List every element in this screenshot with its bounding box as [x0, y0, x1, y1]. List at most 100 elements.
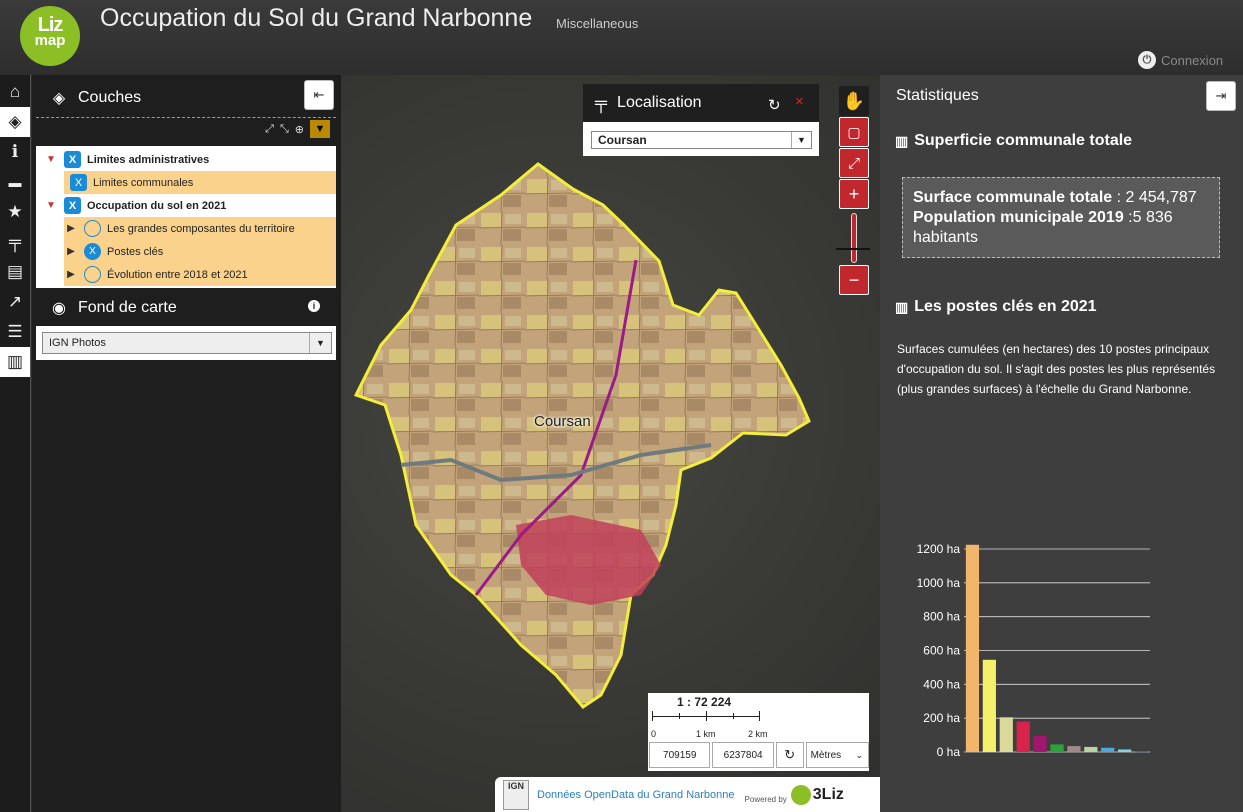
- layer-checkbox[interactable]: X: [64, 197, 81, 214]
- layer-checkbox[interactable]: X: [64, 151, 81, 168]
- arrow-right-icon: ⇥: [1215, 88, 1227, 103]
- expand-icon[interactable]: ⤢: [265, 123, 274, 136]
- chart-bar[interactable]: [1016, 721, 1030, 752]
- chart-bar[interactable]: [1067, 746, 1081, 752]
- lizmap-logo[interactable]: Liz map: [20, 6, 80, 66]
- tree-layer-postes-cles[interactable]: ▶ X Postes clés: [64, 240, 336, 263]
- home-icon[interactable]: ⌂: [0, 77, 30, 107]
- collapse-stats-button[interactable]: ⇥: [1206, 81, 1236, 111]
- tree-layer-evolution[interactable]: ▶ Évolution entre 2018 et 2021: [64, 263, 336, 286]
- basemap-title: Fond de carte: [78, 299, 177, 316]
- caret-down-icon[interactable]: ▼: [44, 200, 58, 211]
- page-subtitle: Miscellaneous: [556, 16, 639, 31]
- section-total-surface: ▥ Superficie communale totale: [895, 132, 1132, 150]
- layer-checkbox[interactable]: X: [70, 174, 87, 191]
- localisation-value: Coursan: [598, 133, 647, 147]
- collapse-icon[interactable]: ⤡: [280, 123, 289, 136]
- chart-bar[interactable]: [1118, 749, 1132, 752]
- arrow-left-icon: ⇤: [313, 87, 325, 102]
- info-icon[interactable]: ℹ: [0, 137, 30, 167]
- chart-bar[interactable]: [965, 544, 980, 752]
- refresh-icon[interactable]: ↻: [768, 96, 781, 114]
- pan-button[interactable]: ✋: [839, 86, 869, 116]
- population-value: :5 836: [1123, 209, 1173, 226]
- 3liz-logo[interactable]: 3Liz: [790, 784, 844, 805]
- caret-right-icon[interactable]: ▶: [64, 269, 78, 280]
- print-icon[interactable]: ▤: [0, 257, 30, 287]
- surface-label: Surface communale totale: [913, 189, 1113, 206]
- zoom-to-layer-icon[interactable]: ⊕: [295, 123, 304, 136]
- stats-icon[interactable]: ▥: [0, 347, 30, 377]
- basemap-select[interactable]: IGN Photos ▼: [42, 332, 332, 354]
- scale-ratio: 1 : 72 224: [677, 695, 732, 709]
- collapse-dock-button[interactable]: ⇤: [304, 80, 334, 110]
- layer-tools: ⤢ ⤡ ⊕ ▼: [190, 118, 330, 140]
- zoom-in-button[interactable]: +: [839, 179, 869, 209]
- caret-down-icon[interactable]: ▼: [44, 154, 58, 165]
- zoom-out-button[interactable]: −: [839, 265, 869, 295]
- tree-label: Évolution entre 2018 et 2021: [107, 268, 248, 281]
- tree-label: Les grandes composantes du territoire: [107, 222, 295, 235]
- y-tick-label: 0 ha: [937, 745, 961, 759]
- chart-bar[interactable]: [1084, 746, 1098, 752]
- coord-x-field[interactable]: 709159: [649, 742, 711, 768]
- chart-bar[interactable]: [1033, 735, 1047, 752]
- chart-bar[interactable]: [1134, 751, 1149, 753]
- comment-icon[interactable]: ▬: [0, 167, 30, 197]
- tree-layer-limites-communales[interactable]: X Limites communales: [64, 171, 336, 194]
- chart-bar[interactable]: [982, 659, 996, 752]
- statistics-panel: Statistiques ⇥ ▥ Superficie communale to…: [880, 75, 1243, 812]
- localisation-select[interactable]: Coursan ▼: [591, 131, 812, 149]
- layer-radio[interactable]: [84, 220, 101, 237]
- layer-radio[interactable]: X: [84, 243, 101, 260]
- login-link[interactable]: ⏻ Connexion: [1138, 51, 1223, 69]
- layers-icon[interactable]: ◈: [0, 107, 30, 137]
- filter-icon[interactable]: ▼: [310, 120, 330, 138]
- signpost-icon[interactable]: ╤: [0, 227, 30, 257]
- map-menu: ⌂ ◈ ℹ ▬ ★ ╤ ▤ ↗ ☰ ▥: [0, 75, 31, 812]
- zoom-extent-button[interactable]: ⤢: [839, 148, 869, 178]
- localisation-title: Localisation: [617, 94, 702, 111]
- share-icon[interactable]: ↗: [0, 287, 30, 317]
- scale-tick: [706, 711, 707, 721]
- map-canvas[interactable]: Coursan ╤ Localisation ↻ × Coursan ▼ ✋ ▢…: [341, 75, 880, 812]
- y-tick-label: 400 ha: [923, 677, 960, 691]
- localisation-panel: ╤ Localisation ↻ × Coursan ▼: [583, 84, 819, 156]
- layers-icon: ◈: [52, 90, 66, 107]
- info-icon[interactable]: i: [308, 300, 320, 312]
- attribution-link[interactable]: Données OpenData du Grand Narbonne: [537, 789, 735, 801]
- list-icon[interactable]: ☰: [0, 317, 30, 347]
- power-icon: ⏻: [1138, 51, 1156, 69]
- tree-layer-composantes[interactable]: ▶ Les grandes composantes du territoire: [64, 217, 336, 240]
- chart-bar[interactable]: [1050, 744, 1064, 752]
- scale-label: 0: [651, 729, 657, 739]
- fullscreen-icon: ⤢: [847, 154, 860, 172]
- logo-text-map: map: [34, 32, 66, 49]
- y-tick-label: 200 ha: [923, 711, 960, 725]
- zoom-box-button[interactable]: ▢: [839, 117, 869, 147]
- login-label: Connexion: [1161, 52, 1224, 68]
- chevron-down-icon: ⌄: [855, 749, 863, 760]
- unit-select[interactable]: Mètres ⌄: [805, 742, 869, 768]
- layer-radio[interactable]: [84, 266, 101, 283]
- globe-icon: ◉: [52, 300, 66, 317]
- tree-group-admin[interactable]: ▼ X Limites administratives: [36, 148, 336, 171]
- chart-bar[interactable]: [1101, 747, 1115, 752]
- caret-right-icon[interactable]: ▶: [64, 223, 78, 234]
- zoom-slider-handle[interactable]: [836, 248, 870, 250]
- chevron-down-icon: ▼: [791, 132, 811, 148]
- close-icon[interactable]: ×: [795, 93, 804, 110]
- tree-group-occupation[interactable]: ▼ X Occupation du sol en 2021: [36, 194, 336, 217]
- layer-tree: ▼ X Limites administratives X Limites co…: [36, 146, 336, 288]
- coord-y-field[interactable]: 6237804: [712, 742, 774, 768]
- star-icon[interactable]: ★: [0, 197, 30, 227]
- refresh-icon[interactable]: ↻: [775, 742, 804, 768]
- section-postes-cles: ▥ Les postes clés en 2021: [895, 298, 1097, 316]
- caret-right-icon[interactable]: ▶: [64, 246, 78, 257]
- postes-cles-bar-chart: 0 ha 200 ha 400 ha 600 ha 800 ha 1000 ha 1200 …: [917, 542, 1150, 759]
- zoom-slider[interactable]: [851, 213, 857, 263]
- tree-label: Limites administratives: [87, 153, 210, 166]
- tree-label: Limites communales: [93, 176, 194, 189]
- chart-bar[interactable]: [999, 717, 1013, 752]
- y-tick-label: 800 ha: [923, 610, 960, 624]
